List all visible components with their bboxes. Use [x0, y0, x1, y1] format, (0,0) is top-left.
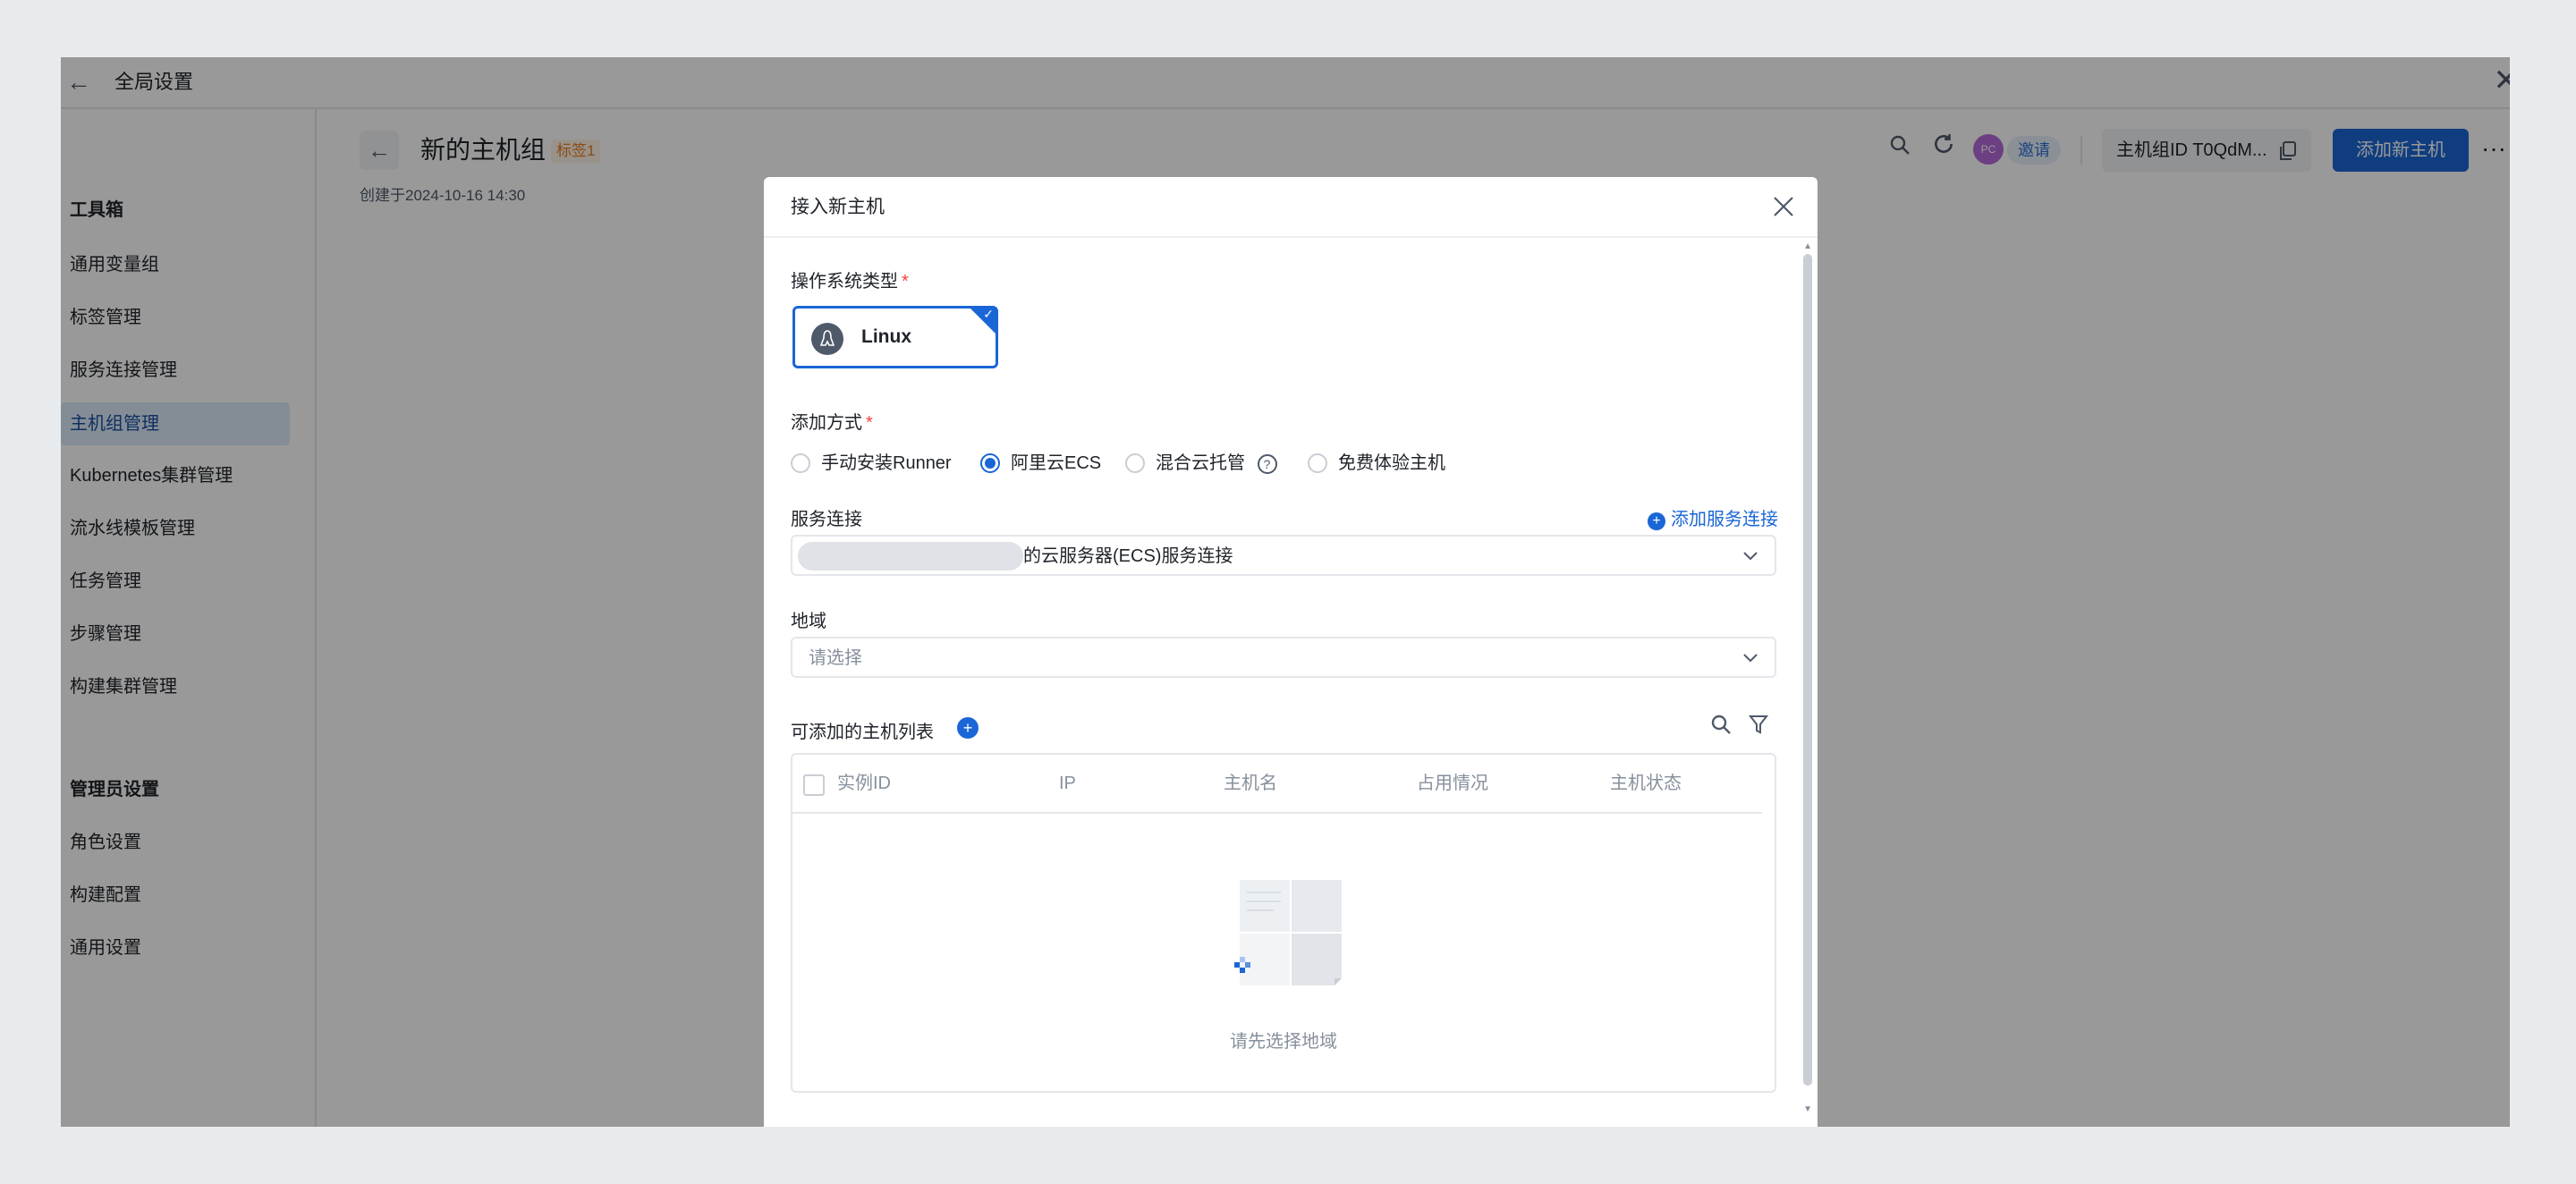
os-option-label: Linux	[861, 326, 911, 347]
radio-circle	[980, 453, 1000, 473]
column-header-host-status: 主机状态	[1610, 774, 1682, 793]
region-select[interactable]: 请选择	[791, 637, 1776, 678]
dialog-header: 接入新主机	[764, 177, 1818, 238]
column-header-occupancy: 占用情况	[1417, 774, 1488, 793]
add-method-label: 添加方式 *	[791, 408, 873, 434]
add-service-connection-link[interactable]: + 添加服务连接	[1648, 504, 1778, 530]
host-table: 实例ID IP 主机名 占用情况 主机状态 请先选择地域	[791, 753, 1776, 1093]
os-type-label: 操作系统类型 *	[791, 266, 909, 292]
scroll-up-icon[interactable]: ▲	[1803, 241, 1812, 251]
chevron-down-icon	[1742, 544, 1758, 569]
radio-circle	[1308, 453, 1327, 473]
table-header: 实例ID IP 主机名 占用情况 主机状态	[792, 755, 1762, 814]
help-icon[interactable]: ?	[1257, 454, 1277, 474]
radio-label: 阿里云ECS	[1011, 453, 1102, 473]
service-connection-label: 服务连接	[791, 510, 862, 529]
radio-circle	[1125, 453, 1145, 473]
host-list-title: 可添加的主机列表	[791, 723, 934, 742]
required-mark: *	[902, 272, 909, 292]
radio-label: 免费体验主机	[1338, 453, 1445, 473]
close-icon[interactable]	[1773, 188, 1794, 224]
column-header-ip: IP	[1059, 774, 1076, 793]
radio-label: 手动安装Runner	[821, 453, 952, 473]
dialog-title: 接入新主机	[791, 197, 885, 217]
radio-label: 混合云托管	[1156, 453, 1245, 473]
radio-aliyun-ecs[interactable]: 阿里云ECS	[980, 451, 1101, 476]
plus-circle-icon: +	[1648, 512, 1665, 530]
chevron-down-icon	[1742, 646, 1758, 671]
region-label: 地域	[791, 612, 826, 631]
radio-circle	[791, 453, 810, 473]
scrollbar[interactable]	[1803, 254, 1812, 1086]
required-mark: *	[866, 413, 873, 433]
os-option-linux[interactable]: Linux ✓	[792, 306, 998, 368]
os-type-label-text: 操作系统类型	[791, 272, 898, 292]
select-all-checkbox[interactable]	[803, 774, 825, 796]
column-header-hostname: 主机名	[1224, 774, 1277, 793]
region-placeholder: 请选择	[809, 648, 862, 668]
add-service-connection-text: 添加服务连接	[1671, 510, 1778, 529]
radio-hybrid-cloud[interactable]: 混合云托管 ?	[1125, 451, 1277, 476]
search-icon[interactable]	[1710, 714, 1732, 741]
service-connection-value: 的云服务器(ECS)服务连接	[1023, 546, 1233, 566]
redacted-name	[798, 542, 1023, 571]
plus-circle-icon[interactable]: +	[957, 717, 979, 739]
scroll-down-icon[interactable]: ▼	[1803, 1104, 1812, 1114]
service-connection-select[interactable]: 的云服务器(ECS)服务连接	[791, 535, 1776, 576]
check-icon: ✓	[983, 307, 994, 321]
radio-free-trial-host[interactable]: 免费体验主机	[1308, 451, 1445, 476]
filter-icon[interactable]	[1748, 714, 1769, 741]
empty-state-illustration	[1231, 880, 1343, 991]
radio-manual-runner[interactable]: 手动安装Runner	[791, 451, 952, 476]
column-header-instance-id: 实例ID	[837, 774, 891, 793]
empty-state-text: 请先选择地域	[1230, 1032, 1337, 1052]
linux-icon	[811, 323, 843, 355]
add-method-label-text: 添加方式	[791, 413, 862, 433]
add-host-dialog: 接入新主机 ▲ ▼ 操作系统类型 * Linux ✓ 添加方式 * 手动安装Runn…	[764, 177, 1818, 1127]
